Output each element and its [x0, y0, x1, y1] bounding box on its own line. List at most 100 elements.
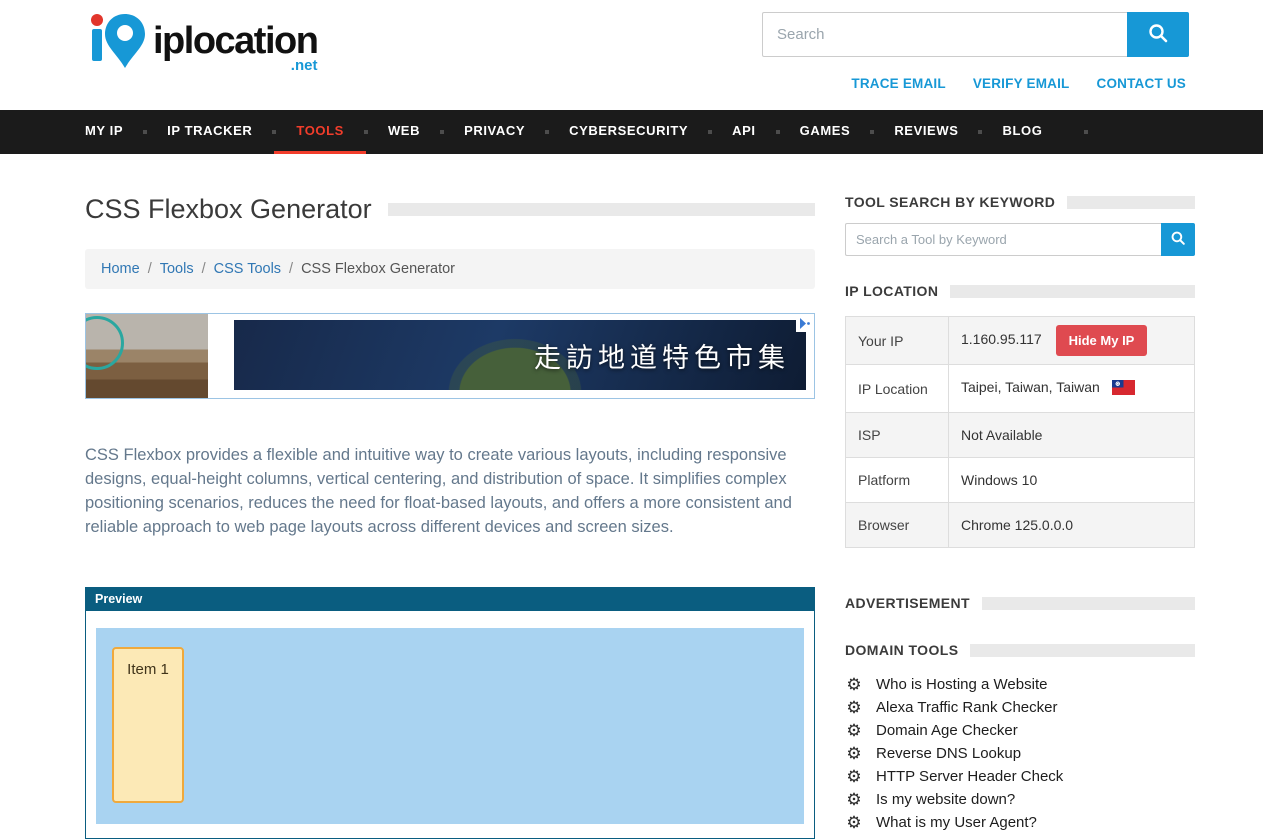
search-input[interactable]	[762, 12, 1127, 57]
nav-item-privacy[interactable]: PRIVACY	[442, 110, 547, 154]
nav-item-tools[interactable]: TOOLS	[274, 110, 366, 154]
nav-item-reviews[interactable]: REVIEWS	[872, 110, 980, 154]
table-row: IP Location Taipei, Taiwan, Taiwan	[846, 365, 1195, 413]
table-row: Platform Windows 10	[846, 458, 1195, 503]
ip-info-table: Your IP 1.160.95.117 Hide My IP IP Locat…	[845, 316, 1195, 548]
breadcrumb-tools[interactable]: Tools	[160, 261, 194, 277]
logo-pin-icon	[85, 12, 149, 79]
page-title: CSS Flexbox Generator	[85, 194, 372, 225]
tool-search-button[interactable]	[1161, 223, 1195, 256]
search-icon	[1147, 22, 1169, 47]
advertisement-heading: ADVERTISEMENT	[845, 595, 970, 611]
content-main: CSS Flexbox Generator Home / Tools / CSS Too…	[85, 194, 815, 839]
ad-banner[interactable]: 走訪地道特色市集	[85, 313, 815, 399]
nav-item-blog[interactable]: BLOG	[980, 110, 1064, 154]
list-item-label: HTTP Server Header Check	[876, 768, 1063, 785]
ad-ring-decoration	[85, 316, 124, 370]
gear-icon: ⚙	[845, 676, 863, 693]
domain-tools-heading: DOMAIN TOOLS	[845, 642, 958, 658]
list-item-label: Alexa Traffic Rank Checker	[876, 699, 1057, 716]
domain-tool-website-down[interactable]: ⚙ Is my website down?	[845, 788, 1195, 811]
preview-body: Item 1	[85, 611, 815, 839]
gear-icon: ⚙	[845, 699, 863, 716]
row-label: IP Location	[846, 365, 949, 413]
tool-search	[845, 223, 1195, 256]
browser-value: Chrome 125.0.0.0	[949, 503, 1195, 548]
row-label: Platform	[846, 458, 949, 503]
breadcrumb-separator: /	[148, 261, 152, 277]
nav-item-cybersecurity[interactable]: CYBERSECURITY	[547, 110, 710, 154]
trace-email-link[interactable]: TRACE EMAIL	[851, 76, 945, 91]
flex-preview-container: Item 1	[96, 628, 804, 824]
taiwan-flag-icon	[1112, 380, 1135, 398]
preview-panel: Preview Item 1	[85, 587, 815, 839]
logo-text: iplocation	[153, 20, 317, 62]
list-item-label: Domain Age Checker	[876, 722, 1018, 739]
nav-item-ip-tracker[interactable]: IP TRACKER	[145, 110, 274, 154]
heading-decoration-bar	[1067, 196, 1195, 209]
tool-search-heading: TOOL SEARCH BY KEYWORD	[845, 194, 1055, 210]
nav-item-web[interactable]: WEB	[366, 110, 442, 154]
gear-icon: ⚙	[845, 791, 863, 808]
title-decoration-bar	[388, 203, 815, 216]
isp-value: Not Available	[949, 413, 1195, 458]
ad-photo-image	[86, 314, 208, 398]
list-item-label: Reverse DNS Lookup	[876, 745, 1021, 762]
list-item-label: Is my website down?	[876, 791, 1015, 808]
heading-decoration-bar	[950, 285, 1195, 298]
domain-tool-http-header[interactable]: ⚙ HTTP Server Header Check	[845, 765, 1195, 788]
tool-search-input[interactable]	[845, 223, 1161, 256]
header-search	[762, 12, 1189, 57]
breadcrumb-separator: /	[289, 261, 293, 277]
row-label: Browser	[846, 503, 949, 548]
breadcrumb-current: CSS Flexbox Generator	[301, 261, 455, 277]
ad-text: 走訪地道特色市集	[534, 336, 790, 375]
heading-decoration-bar	[982, 597, 1195, 610]
row-label: Your IP	[846, 317, 949, 365]
gear-icon: ⚙	[845, 722, 863, 739]
site-header: iplocation .net TRACE EMAIL VERIFY EMAIL…	[0, 0, 1263, 110]
nav-item-api[interactable]: API	[710, 110, 777, 154]
nav-item-games[interactable]: GAMES	[778, 110, 873, 154]
domain-tool-user-agent[interactable]: ⚙ What is my User Agent?	[845, 811, 1195, 834]
list-item-label: What is my User Agent?	[876, 814, 1037, 831]
hide-my-ip-button[interactable]: Hide My IP	[1056, 325, 1148, 356]
main-nav: MY IP IP TRACKER TOOLS WEB PRIVACY CYBER…	[0, 110, 1263, 154]
domain-tool-who-is-hosting[interactable]: ⚙ Who is Hosting a Website	[845, 673, 1195, 696]
contact-us-link[interactable]: CONTACT US	[1097, 76, 1187, 91]
tool-description: CSS Flexbox provides a flexible and intu…	[85, 443, 815, 539]
breadcrumb-home[interactable]: Home	[101, 261, 140, 277]
preview-header: Preview	[85, 587, 815, 611]
list-item-label: Who is Hosting a Website	[876, 676, 1047, 693]
sidebar: TOOL SEARCH BY KEYWORD IP LOCATION	[845, 194, 1195, 839]
nav-item-my-ip[interactable]: MY IP	[85, 110, 145, 154]
ip-location-value: Taipei, Taiwan, Taiwan	[961, 379, 1100, 395]
row-label: ISP	[846, 413, 949, 458]
gear-icon: ⚙	[845, 745, 863, 762]
table-row: Your IP 1.160.95.117 Hide My IP	[846, 317, 1195, 365]
header-links: TRACE EMAIL VERIFY EMAIL CONTACT US	[851, 76, 1186, 91]
breadcrumb-css-tools[interactable]: CSS Tools	[214, 261, 281, 277]
your-ip-value: 1.160.95.117	[961, 331, 1042, 347]
search-button[interactable]	[1127, 12, 1189, 57]
row-value: Taipei, Taiwan, Taiwan	[949, 365, 1195, 413]
heading-decoration-bar	[970, 644, 1195, 657]
domain-tool-reverse-dns[interactable]: ⚙ Reverse DNS Lookup	[845, 742, 1195, 765]
breadcrumb-separator: /	[202, 261, 206, 277]
page-body: CSS Flexbox Generator Home / Tools / CSS Too…	[85, 194, 1195, 839]
domain-tools-list: ⚙ Who is Hosting a Website ⚙ Alexa Traff…	[845, 673, 1195, 834]
adchoices-icon[interactable]	[796, 315, 813, 332]
domain-tool-alexa-rank[interactable]: ⚙ Alexa Traffic Rank Checker	[845, 696, 1195, 719]
breadcrumb: Home / Tools / CSS Tools / CSS Flexbox Generat…	[85, 249, 815, 289]
verify-email-link[interactable]: VERIFY EMAIL	[973, 76, 1070, 91]
flex-preview-item-1[interactable]: Item 1	[112, 647, 184, 803]
ad-main-image: 走訪地道特色市集	[234, 320, 806, 390]
search-icon	[1170, 230, 1186, 249]
domain-tool-domain-age[interactable]: ⚙ Domain Age Checker	[845, 719, 1195, 742]
gear-icon: ⚙	[845, 768, 863, 785]
table-row: Browser Chrome 125.0.0.0	[846, 503, 1195, 548]
ip-location-heading: IP LOCATION	[845, 283, 938, 299]
site-logo[interactable]: iplocation .net	[85, 12, 317, 79]
gear-icon: ⚙	[845, 814, 863, 831]
table-row: ISP Not Available	[846, 413, 1195, 458]
